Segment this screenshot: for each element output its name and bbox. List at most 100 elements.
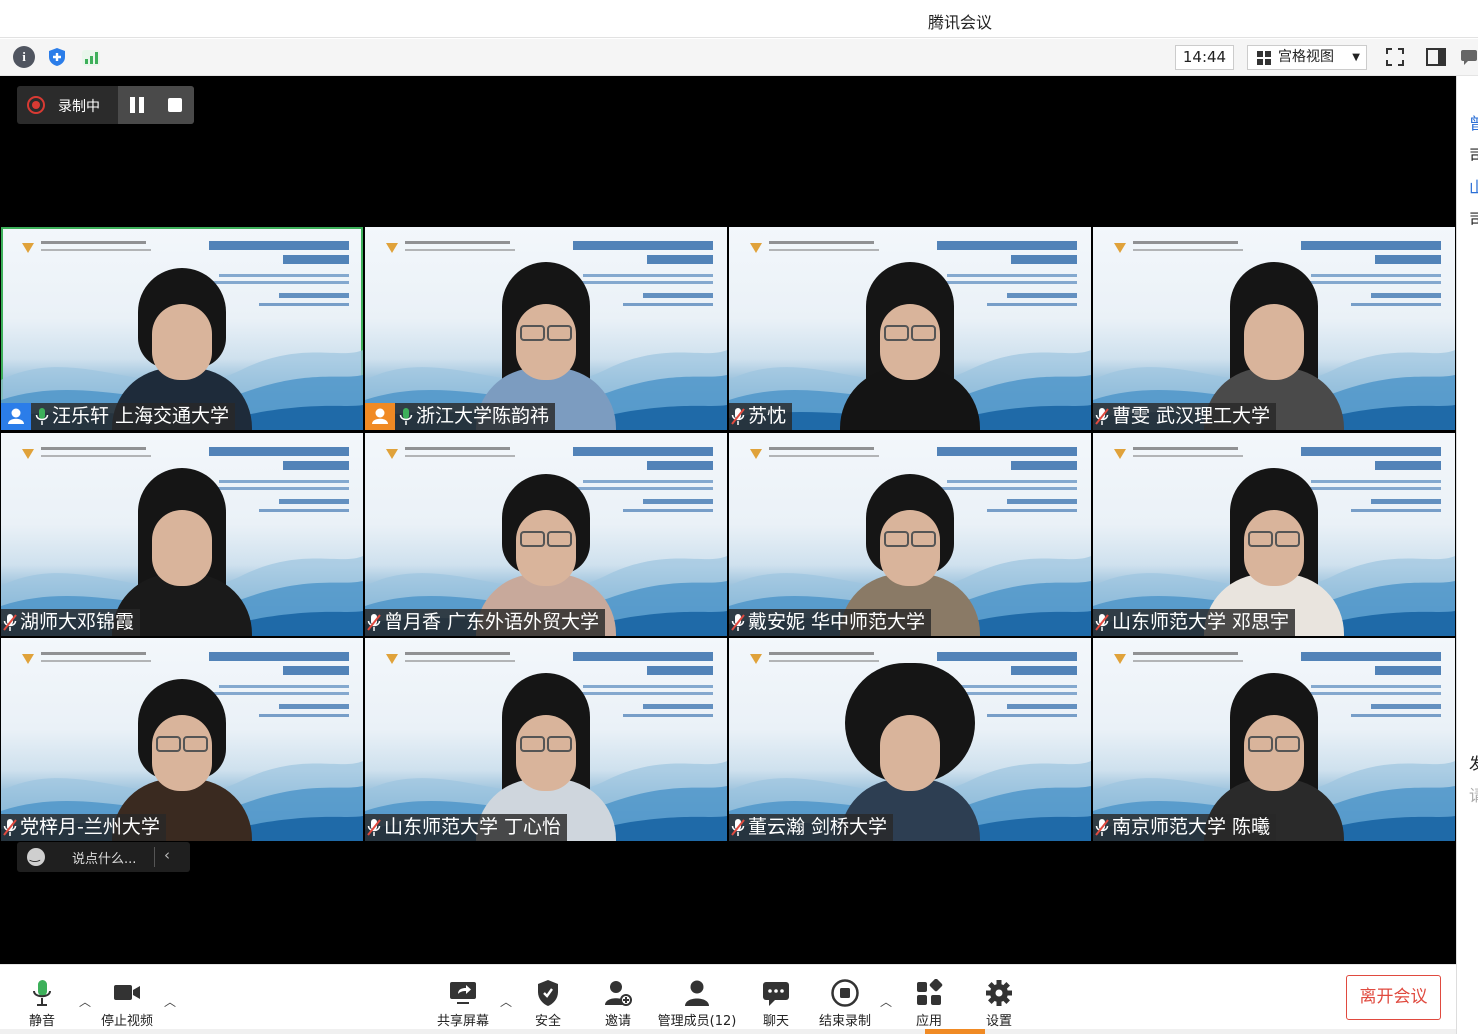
slide-text-decoration [1133,660,1243,662]
participant-face [516,715,576,791]
slide-text-decoration [259,508,349,512]
share-screen-button[interactable]: 共享屏幕 [418,979,508,1029]
manage-members-button[interactable]: 管理成员(12) [652,979,742,1029]
participant-name: 浙江大学陈韵祎 [416,405,550,427]
signal-strength-icon[interactable] [80,46,102,68]
slide-text-decoration [623,303,713,306]
sidebar-toggle-icon[interactable] [1425,46,1447,68]
slide-text-decoration [563,692,713,695]
participant-name: 苏忱 [748,405,787,427]
chevron-left-icon[interactable]: ‹ [164,846,170,864]
participant-grid: 汪乐轩 上海交通大学 浙江大学陈韵祎 苏忱 曹雯 武汉理工大学 湖师大邓锦霞 曾… [1,227,1456,841]
microphone-muted-icon [1095,613,1109,631]
slide-text-decoration [769,660,879,662]
grid-view-icon [1257,51,1271,65]
chat-icon [763,982,789,1006]
stop-video-button[interactable]: 停止视频 [82,979,172,1029]
forum-logo [386,448,398,459]
slide-heading-decoration [1011,666,1077,675]
slide-heading-decoration [647,460,713,470]
stop-video-label: 停止视频 [100,1014,153,1029]
slide-text-decoration [947,479,1077,483]
participant-tile[interactable]: 南京师范大学 陈曦 [1093,638,1455,841]
slide-text-decoration [279,704,349,709]
info-icon[interactable]: i [13,46,35,68]
slide-text-decoration [643,498,713,504]
manage-members-label: 管理成员(12) [657,1014,737,1029]
participant-name-bar: 山东师范大学 邓思宇 [1093,608,1295,636]
slide-text-decoration [1371,704,1441,709]
recording-controls [118,86,194,124]
slide-text-decoration [1133,446,1238,450]
slide-text-decoration [1351,303,1441,306]
participant-tile[interactable]: 戴安妮 华中师范大学 [729,432,1091,636]
fullscreen-icon[interactable] [1384,46,1406,68]
slide-heading-decoration [209,652,349,661]
slide-heading-decoration [209,241,349,250]
shield-icon[interactable] [46,46,68,68]
participant-tile[interactable]: 山东师范大学 丁心怡 [365,638,727,841]
slide-text-decoration [927,281,1077,284]
mute-label: 静音 [28,1014,55,1029]
participant-tile[interactable]: 曾月香 广东外语外贸大学 [365,432,727,636]
panel-text-fragment: 山 [1469,174,1478,198]
shield-icon [538,980,558,1006]
pause-recording-icon[interactable] [129,97,145,113]
slide-text-decoration [987,303,1077,306]
participant-name-bar: 曾月香 广东外语外贸大学 [365,608,605,636]
participant-tile[interactable]: 董云瀚 剑桥大学 [729,638,1091,841]
members-icon [685,980,709,1006]
apps-notice-bar [925,1029,985,1034]
slide-text-decoration [279,293,349,298]
stop-recording-icon[interactable] [168,98,182,112]
participant-tile[interactable]: 党梓月-兰州大学 [1,638,363,841]
share-screen-icon [450,982,476,1004]
microphone-muted-icon [731,408,745,425]
mute-button[interactable]: 静音 [0,979,87,1029]
forum-logo [22,243,34,253]
leave-meeting-button[interactable]: 离开会议 [1346,975,1441,1020]
slide-heading-decoration [283,460,349,470]
slide-text-decoration [219,479,349,483]
participant-name-bar: 董云瀚 剑桥大学 [729,814,893,841]
participant-face [1244,509,1304,586]
slide-text-decoration [769,454,879,457]
glasses [520,325,572,341]
caret-up-icon[interactable]: ︿ [164,993,176,1010]
participant-tile[interactable]: 曹雯 武汉理工大学 [1093,227,1455,430]
participant-tile[interactable]: 汪乐轩 上海交通大学 [1,227,363,430]
microphone-muted-icon [367,819,381,836]
participant-name: 曾月香 广东外语外贸大学 [384,610,600,633]
microphone-icon [33,980,51,1006]
invite-button[interactable]: 邀请 [573,979,663,1029]
slide-heading-decoration [647,666,713,675]
slide-text-decoration [1311,479,1441,483]
participant-tile[interactable]: 湖师大邓锦霞 [1,432,363,636]
emoji-icon[interactable] [27,848,45,866]
slide-text-decoration [1133,454,1243,457]
slide-text-decoration [1311,274,1441,277]
slide-text-decoration [1311,685,1441,688]
settings-button[interactable]: 设置 [954,979,1044,1029]
participant-tile[interactable]: 苏忱 [729,227,1091,430]
slide-text-decoration [1351,508,1441,512]
participant-tile[interactable]: 浙江大学陈韵祎 [365,227,727,430]
slide-text-decoration [259,714,349,717]
chat-panel-icon[interactable] [1460,48,1478,66]
participant-tile[interactable]: 山东师范大学 邓思宇 [1093,432,1455,636]
participant-face [152,304,212,380]
end-recording-button[interactable]: 结束录制 [800,979,890,1029]
view-mode-dropdown[interactable]: 宫格视图 ▼ [1247,45,1367,70]
slide-heading-decoration [1011,255,1077,264]
quick-chat-input[interactable]: 说点什么... ‹ [17,842,190,872]
slide-text-decoration [987,508,1077,512]
slide-text-decoration [41,241,146,244]
slide-heading-decoration [573,446,713,456]
bottom-edge [0,1029,1456,1034]
slide-text-decoration [1371,293,1441,298]
slide-heading-decoration [1301,652,1441,661]
participant-name-bar: 戴安妮 华中师范大学 [729,608,931,636]
participant-name-bar: 曹雯 武汉理工大学 [1093,403,1276,430]
meeting-clock: 14:44 [1175,45,1234,70]
slide-text-decoration [1133,241,1238,244]
